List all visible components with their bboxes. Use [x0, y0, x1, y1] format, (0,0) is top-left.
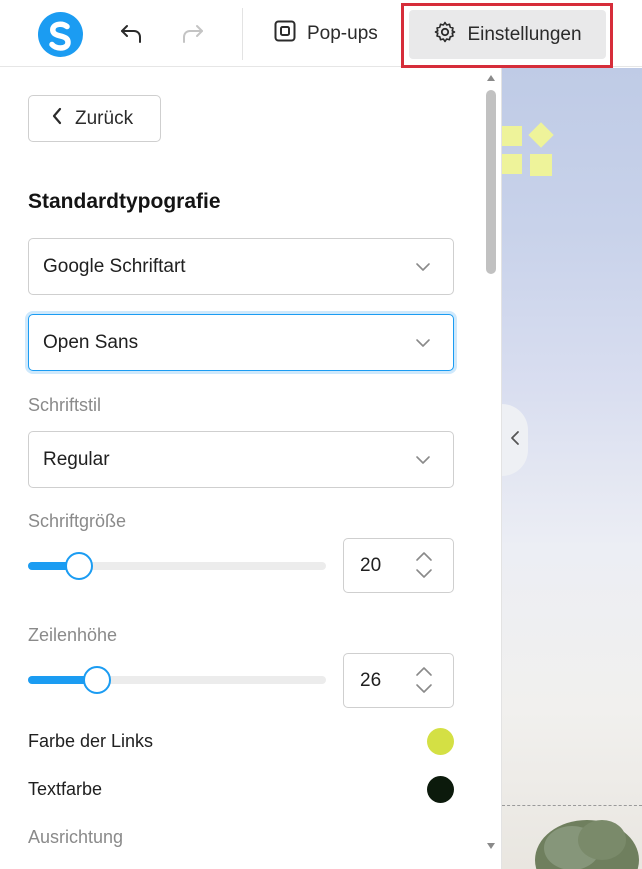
font-size-slider-thumb[interactable] [64, 552, 93, 580]
line-height-slider[interactable] [28, 666, 326, 694]
font-family-select[interactable]: Open Sans [28, 314, 454, 371]
font-source-value: Google Schriftart [43, 255, 186, 277]
popup-icon [273, 19, 297, 49]
line-height-label: Zeilenhöhe [28, 625, 118, 645]
panel-scrollbar[interactable] [482, 68, 500, 858]
font-style-value: Regular [43, 448, 110, 470]
scroll-up-arrow-icon[interactable] [486, 74, 496, 82]
font-family-value: Open Sans [43, 331, 139, 353]
font-style-label: Schriftstil [28, 395, 102, 415]
chevron-left-icon [51, 107, 63, 131]
app-logo-icon[interactable] [38, 12, 83, 57]
line-height-value: 26 [360, 670, 382, 691]
text-color-label: Textfarbe [28, 779, 103, 799]
back-button[interactable]: Zurück [28, 95, 161, 142]
scroll-down-arrow-icon[interactable] [486, 842, 496, 850]
back-label: Zurück [75, 107, 134, 129]
section-title: Standardtypografie [28, 190, 221, 213]
redo-icon[interactable] [178, 18, 208, 48]
selection-outline [502, 805, 642, 806]
settings-button[interactable]: Einstellungen [409, 10, 606, 59]
line-height-slider-thumb[interactable] [82, 666, 111, 694]
gear-icon [433, 20, 457, 50]
preview-background-image [502, 122, 639, 869]
stepper-arrows-icon[interactable] [414, 665, 434, 700]
chevron-down-icon [415, 259, 431, 281]
line-height-stepper[interactable]: 26 [343, 653, 454, 708]
font-style-select[interactable]: Regular [28, 431, 454, 488]
font-size-value: 20 [360, 555, 382, 576]
chevron-down-icon [415, 452, 431, 474]
settings-label: Einstellungen [467, 23, 582, 45]
font-source-select[interactable]: Google Schriftart [28, 238, 454, 295]
font-size-slider[interactable] [28, 552, 326, 580]
scrollbar-thumb[interactable] [486, 90, 496, 274]
stepper-arrows-icon[interactable] [414, 550, 434, 585]
font-size-stepper[interactable]: 20 [343, 538, 454, 593]
chevron-left-icon [510, 430, 520, 451]
toolbar-divider [242, 8, 243, 60]
popups-label: Pop-ups [307, 23, 378, 44]
link-color-swatch[interactable] [427, 728, 454, 755]
canvas-preview[interactable] [502, 68, 642, 869]
top-toolbar: Pop-ups Einstellungen [0, 0, 642, 68]
chevron-down-icon [415, 335, 431, 357]
undo-icon[interactable] [116, 18, 146, 48]
popups-button[interactable]: Pop-ups [263, 12, 388, 56]
alignment-label: Ausrichtung [28, 827, 124, 847]
font-size-label: Schriftgröße [28, 511, 127, 531]
settings-panel: Zurück Standardtypografie Google Schrift… [0, 68, 502, 869]
text-color-swatch[interactable] [427, 776, 454, 803]
link-color-label: Farbe der Links [28, 731, 154, 751]
